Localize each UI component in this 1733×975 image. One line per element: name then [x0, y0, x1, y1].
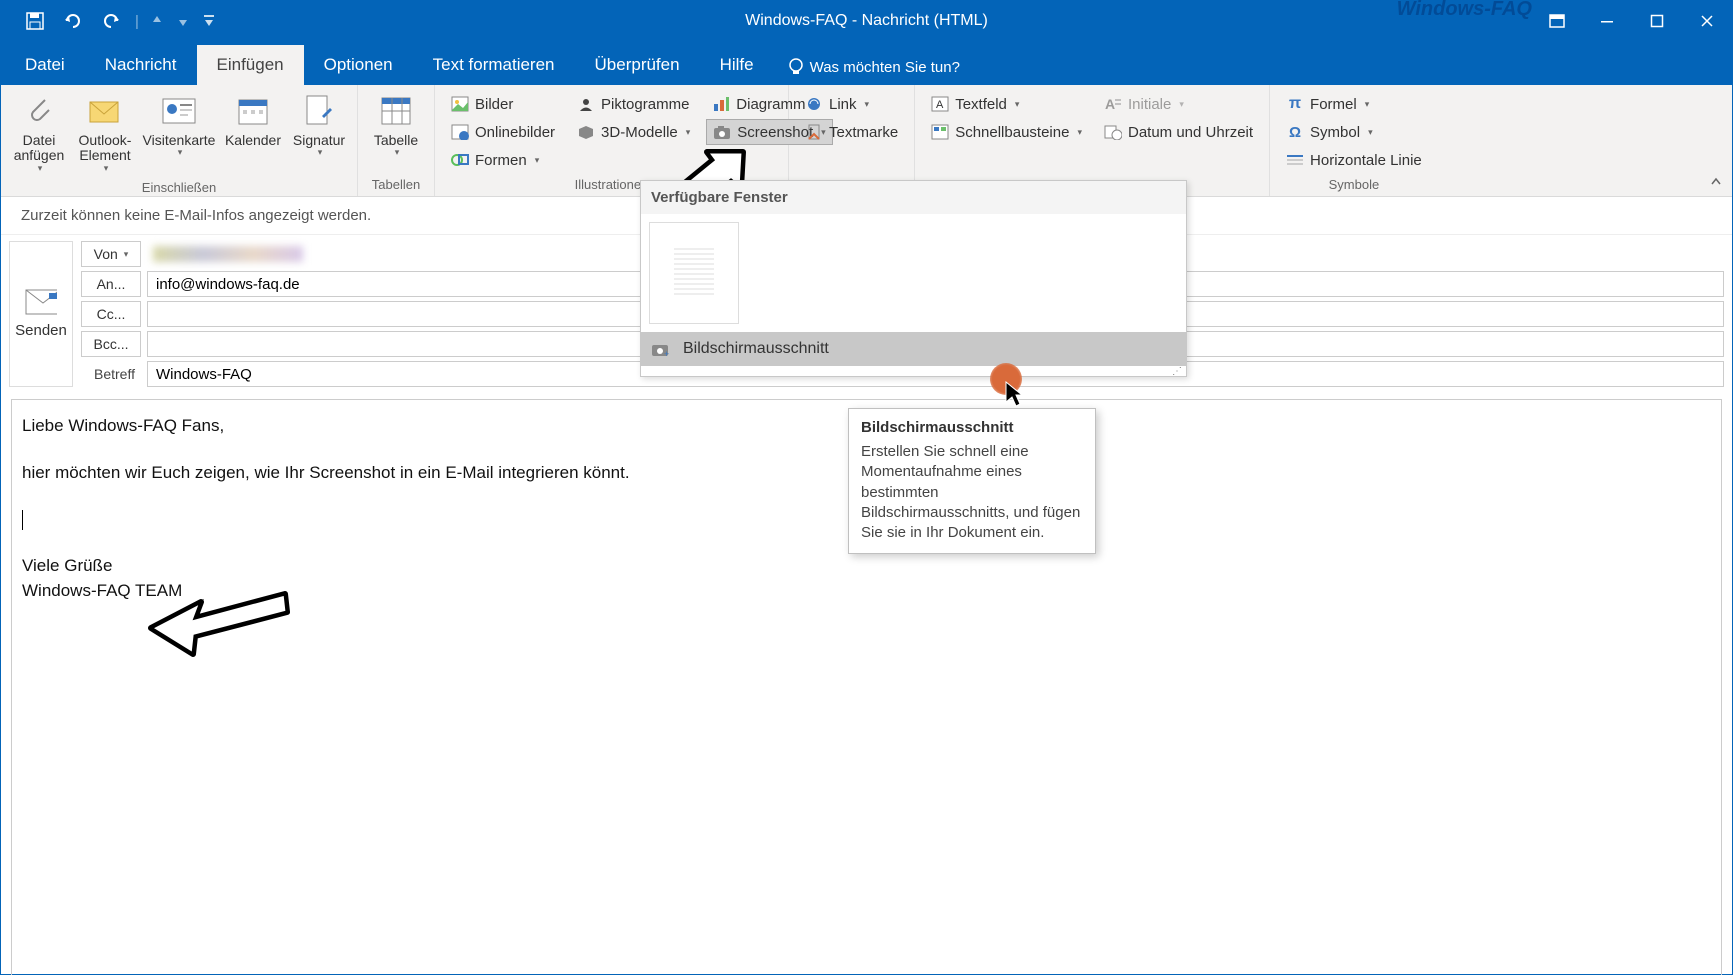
collapse-ribbon-button[interactable] — [1706, 172, 1726, 192]
svg-text:A: A — [1105, 96, 1115, 112]
group-label-tables: Tabellen — [364, 175, 428, 196]
undo-button[interactable] — [57, 5, 89, 37]
annotation-arrow-icon — [145, 582, 295, 662]
tab-options[interactable]: Optionen — [304, 45, 413, 85]
cc-button[interactable]: Cc... — [81, 301, 141, 327]
body-line: Viele Grüße — [22, 554, 1711, 579]
to-button[interactable]: An... — [81, 271, 141, 297]
camera-clip-icon: + — [651, 340, 669, 358]
tab-review[interactable]: Überprüfen — [575, 45, 700, 85]
chart-icon — [712, 95, 730, 113]
svg-text:A: A — [936, 99, 944, 111]
textbox-icon: A — [931, 95, 949, 113]
ribbon-group-include: Datei anfügen▾ Outlook-Element▾ Visitenk… — [1, 85, 358, 196]
qat-arrow-up[interactable] — [147, 5, 167, 37]
table-button[interactable]: Tabelle▾ — [364, 89, 428, 162]
textbox-button[interactable]: A Textfeld▾ — [925, 91, 1088, 117]
from-button[interactable]: Von ▾ — [81, 241, 141, 267]
table-icon — [378, 93, 414, 129]
qat-arrow-down[interactable] — [173, 5, 193, 37]
datetime-button[interactable]: Datum und Uhrzeit — [1098, 119, 1259, 145]
tooltip: Bildschirmausschnitt Erstellen Sie schne… — [848, 408, 1096, 554]
outlook-item-button[interactable]: Outlook-Element▾ — [73, 89, 137, 178]
shapes-icon — [451, 151, 469, 169]
dropcap-button[interactable]: A Initiale▾ — [1098, 91, 1259, 117]
subject-label: Betreff — [81, 366, 141, 382]
window-thumbnails — [641, 214, 1186, 332]
window-thumbnail[interactable] — [649, 222, 739, 324]
datetime-icon — [1104, 123, 1122, 141]
business-card-button[interactable]: Visitenkarte▾ — [139, 89, 219, 162]
quickparts-button[interactable]: Schnellbausteine▾ — [925, 119, 1088, 145]
tab-message[interactable]: Nachricht — [85, 45, 197, 85]
quick-access-toolbar: | — [1, 5, 219, 37]
omega-icon: Ω — [1286, 123, 1304, 141]
dropcap-icon: A — [1104, 95, 1122, 113]
qat-customize[interactable] — [199, 5, 219, 37]
bookmark-button[interactable]: Textmarke — [799, 119, 904, 145]
shapes-button[interactable]: Formen▾ — [445, 147, 561, 173]
chevron-down-icon: ▾ — [124, 249, 129, 260]
redo-button[interactable] — [95, 5, 127, 37]
equation-button[interactable]: π Formel▾ — [1280, 91, 1428, 117]
tab-strip: Datei Nachricht Einfügen Optionen Text f… — [1, 41, 1732, 85]
window-controls — [1532, 1, 1732, 41]
icons-icon — [577, 95, 595, 113]
send-button[interactable]: Senden — [9, 241, 73, 387]
minimize-button[interactable] — [1582, 1, 1632, 41]
tab-file[interactable]: Datei — [5, 45, 85, 85]
pictures-button[interactable]: Bilder — [445, 91, 561, 117]
tab-help[interactable]: Hilfe — [700, 45, 774, 85]
outlook-item-icon — [87, 93, 123, 129]
picture-icon — [451, 95, 469, 113]
calendar-button[interactable]: Kalender — [221, 89, 285, 152]
group-label-symbols: Symbole — [1276, 175, 1432, 196]
icons-button[interactable]: Piktogramme — [571, 91, 696, 117]
title-bar: | Windows-FAQ - Nachricht (HTML) Windows… — [1, 1, 1732, 41]
horizontal-line-button[interactable]: Horizontale Linie — [1280, 147, 1428, 173]
ribbon-display-options[interactable] — [1532, 1, 1582, 41]
available-windows-header: Verfügbare Fenster — [641, 181, 1186, 214]
from-value — [147, 241, 327, 267]
calendar-icon — [235, 93, 271, 129]
lightbulb-icon — [788, 57, 804, 77]
online-pictures-icon — [451, 123, 469, 141]
link-button[interactable]: Link▾ — [799, 91, 904, 117]
quickparts-icon — [931, 123, 949, 141]
online-pictures-button[interactable]: Onlinebilder — [445, 119, 561, 145]
maximize-button[interactable] — [1632, 1, 1682, 41]
tooltip-title: Bildschirmausschnitt — [861, 419, 1083, 436]
ribbon-group-symbols: π Formel▾ Ω Symbol▾ Horizontale Linie Sy… — [1270, 85, 1438, 196]
ribbon-group-tables: Tabelle▾ Tabellen — [358, 85, 435, 196]
tell-me-search[interactable]: Was möchten Sie tun? — [774, 49, 974, 85]
svg-text:+: + — [664, 349, 669, 358]
screen-clipping-item[interactable]: + Bildschirmausschnitt — [641, 332, 1186, 366]
close-button[interactable] — [1682, 1, 1732, 41]
signature-icon — [301, 93, 337, 129]
bookmark-icon — [805, 123, 823, 141]
hline-icon — [1286, 151, 1304, 169]
tab-format-text[interactable]: Text formatieren — [413, 45, 575, 85]
signature-button[interactable]: Signatur▾ — [287, 89, 351, 162]
watermark: Windows-FAQ — [1397, 0, 1532, 21]
screenshot-dropdown: Verfügbare Fenster + Bildschirmausschnit… — [640, 180, 1187, 377]
camera-icon — [713, 123, 731, 141]
tab-insert[interactable]: Einfügen — [197, 45, 304, 85]
save-button[interactable] — [19, 5, 51, 37]
symbol-button[interactable]: Ω Symbol▾ — [1280, 119, 1428, 145]
link-icon — [805, 95, 823, 113]
paperclip-icon — [21, 93, 57, 129]
group-label-include: Einschließen — [7, 178, 351, 199]
envelope-icon — [25, 290, 57, 314]
bcc-button[interactable]: Bcc... — [81, 331, 141, 357]
mouse-cursor-icon — [1004, 380, 1024, 408]
business-card-icon — [161, 93, 197, 129]
attach-file-button[interactable]: Datei anfügen▾ — [7, 89, 71, 178]
pi-icon: π — [1286, 95, 1304, 113]
cube-icon — [577, 123, 595, 141]
tooltip-body: Erstellen Sie schnell eine Momentaufnahm… — [861, 442, 1083, 543]
resize-grip-icon[interactable]: ⋰ — [641, 366, 1186, 376]
